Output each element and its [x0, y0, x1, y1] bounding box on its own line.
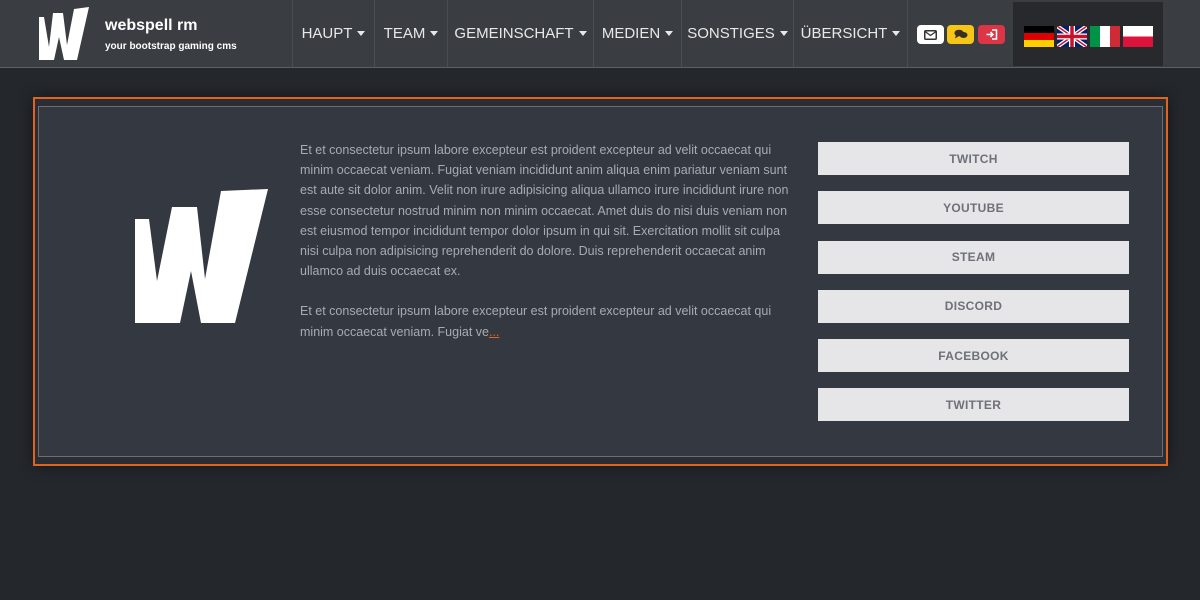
nav-item-sonstiges[interactable]: SONSTIGES	[681, 0, 793, 67]
nav-item-label: ÜBERSICHT	[800, 25, 888, 42]
nav-item-haupt[interactable]: HAUPT	[292, 0, 374, 67]
brand-subtitle: your bootstrap gaming cms	[105, 41, 237, 52]
about-section: Et et consectetur ipsum labore excepteur…	[33, 97, 1168, 466]
youtube-button[interactable]: YOUTUBE	[818, 191, 1129, 225]
flag-gb-icon[interactable]	[1057, 26, 1087, 47]
twitch-button[interactable]: TWITCH	[818, 142, 1129, 175]
about-panel: Et et consectetur ipsum labore excepteur…	[38, 106, 1163, 457]
about-paragraph: Et et consectetur ipsum labore excepteur…	[300, 143, 789, 279]
logout-button[interactable]	[978, 25, 1005, 44]
discord-button[interactable]: DISCORD	[818, 289, 1129, 323]
twitter-button[interactable]: TWITTER	[818, 388, 1129, 422]
envelope-icon	[924, 29, 937, 40]
about-paragraph-text: Et et consectetur ipsum labore excepteur…	[300, 304, 772, 339]
read-more-link[interactable]: ...	[489, 325, 499, 339]
caret-down-icon	[430, 31, 439, 36]
flag-pl-icon[interactable]	[1123, 26, 1153, 47]
w-logo-icon	[135, 189, 268, 323]
messages-button[interactable]	[917, 25, 944, 44]
chat-button[interactable]	[947, 25, 974, 44]
caret-down-icon	[665, 31, 674, 36]
nav-item-label: TEAM	[383, 25, 426, 42]
brand[interactable]: webspell rm your bootstrap gaming cms	[0, 0, 292, 67]
nav-item-label: SONSTIGES	[687, 25, 775, 42]
caret-down-icon	[892, 31, 901, 36]
nav-item-medien[interactable]: MEDIEN	[593, 0, 681, 67]
nav-item-label: GEMEINSCHAFT	[454, 25, 574, 42]
nav-item-team[interactable]: TEAM	[374, 0, 447, 67]
nav-item-gemeinschaft[interactable]: GEMEINSCHAFT	[447, 0, 593, 67]
w-logo-icon	[39, 7, 89, 60]
sign-in-icon	[986, 29, 997, 40]
flag-de-icon[interactable]	[1024, 26, 1054, 47]
top-navbar: webspell rm your bootstrap gaming cms HA…	[0, 0, 1200, 68]
facebook-button[interactable]: FACEBOOK	[818, 339, 1129, 373]
chat-icon	[953, 29, 967, 39]
caret-down-icon	[578, 31, 587, 36]
user-icon-group	[907, 0, 1013, 67]
flag-it-icon[interactable]	[1090, 26, 1120, 47]
brand-title: webspell rm	[105, 17, 198, 34]
language-switcher	[1013, 2, 1163, 66]
nav-item-label: MEDIEN	[601, 25, 661, 42]
nav-item-uebersicht[interactable]: ÜBERSICHT	[793, 0, 907, 67]
caret-down-icon	[779, 31, 788, 36]
about-text: Et et consectetur ipsum labore excepteur…	[300, 140, 796, 362]
nav-item-label: HAUPT	[301, 25, 353, 42]
steam-button[interactable]: STEAM	[818, 240, 1129, 274]
social-links: TWITCH YOUTUBE STEAM DISCORD FACEBOOK TW…	[818, 142, 1129, 438]
about-paragraph: Et et consectetur ipsum labore excepteur…	[300, 301, 796, 341]
caret-down-icon	[357, 31, 366, 36]
